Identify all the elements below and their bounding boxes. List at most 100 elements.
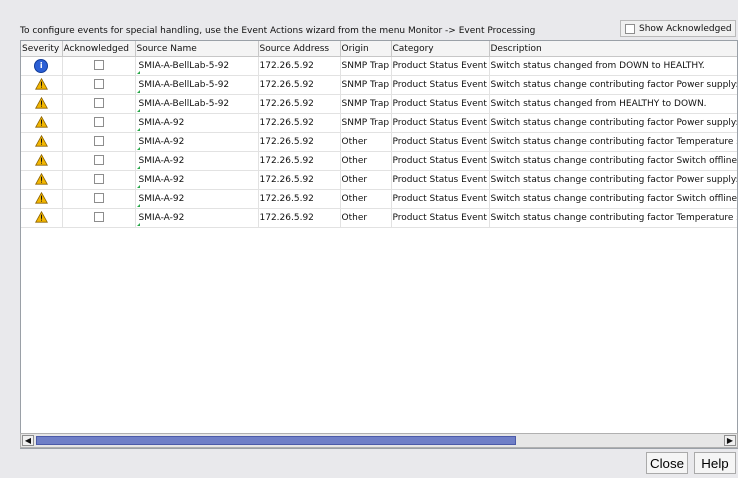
scroll-thumb[interactable] <box>36 436 516 445</box>
description-cell: Switch status change contributing factor… <box>489 75 737 95</box>
event-actions-message: To configure events for special handling… <box>20 26 536 36</box>
category-cell: Product Status Event <box>391 208 490 228</box>
table-row[interactable]: SMIA-A-92 172.26.5.92 Other Product Status … <box>21 132 737 152</box>
severity-cell <box>21 113 63 133</box>
acknowledged-cell <box>62 208 136 228</box>
acknowledged-cell <box>62 132 136 152</box>
source-marker <box>136 166 140 169</box>
column-header-source-name[interactable]: Source Name <box>135 41 259 57</box>
table-row[interactable]: SMIA-A-92 172.26.5.92 SNMP Trap Product Sta… <box>21 113 737 133</box>
warning-icon <box>34 153 48 166</box>
severity-cell <box>21 208 63 228</box>
source-name-cell: SMIA-A-BellLab-5-92 <box>135 75 259 95</box>
description-cell: Switch status change contributing factor… <box>489 189 737 209</box>
description-cell: Switch status change contributing factor… <box>489 113 737 133</box>
origin-cell: SNMP Trap <box>340 113 392 133</box>
source-marker <box>136 128 140 131</box>
table-row[interactable]: SMIA-A-92 172.26.5.92 Other Product Status … <box>21 170 737 190</box>
source-marker <box>136 109 140 112</box>
warning-icon <box>34 96 48 109</box>
info-icon: i <box>34 59 49 73</box>
acknowledged-checkbox[interactable] <box>93 116 104 127</box>
table-row[interactable]: SMIA-A-BellLab-5-92 172.26.5.92 SNMP Trap P… <box>21 75 737 95</box>
help-button[interactable]: Help <box>694 452 736 474</box>
column-header-severity[interactable]: Severity <box>21 41 63 57</box>
right-arrow-icon[interactable]: ▶ <box>724 435 736 446</box>
source-address-cell: 172.26.5.92 <box>258 208 341 228</box>
warning-icon <box>34 134 48 147</box>
category-cell: Product Status Event <box>391 56 490 76</box>
severity-cell <box>21 94 63 114</box>
origin-cell: SNMP Trap <box>340 75 392 95</box>
source-name-cell: SMIA-A-BellLab-5-92 <box>135 56 259 76</box>
source-name-cell: SMIA-A-BellLab-5-92 <box>135 94 259 114</box>
source-marker <box>136 147 140 150</box>
column-header-description[interactable]: Description <box>489 41 737 57</box>
column-header-source-address[interactable]: Source Address <box>258 41 341 57</box>
severity-cell <box>21 75 63 95</box>
severity-cell: i <box>21 56 63 76</box>
acknowledged-checkbox[interactable] <box>93 154 104 165</box>
table-row[interactable]: i SMIA-A-BellLab-5-92 172.26.5.92 SNMP Trap… <box>21 56 737 76</box>
category-cell: Product Status Event <box>391 170 490 190</box>
warning-icon <box>34 191 48 204</box>
description-cell: Switch status changed from HEALTHY to DO… <box>489 94 737 114</box>
table-row[interactable]: SMIA-A-BellLab-5-92 172.26.5.92 SNMP Trap P… <box>21 94 737 114</box>
acknowledged-cell <box>62 75 136 95</box>
show-acknowledged-box[interactable] <box>625 23 635 34</box>
source-name-cell: SMIA-A-92 <box>135 132 259 152</box>
acknowledged-checkbox[interactable] <box>93 97 104 108</box>
source-name-cell: SMIA-A-92 <box>135 151 259 171</box>
left-arrow-icon[interactable]: ◀ <box>22 435 34 446</box>
source-address-cell: 172.26.5.92 <box>258 56 341 76</box>
column-header-origin[interactable]: Origin <box>340 41 392 57</box>
severity-cell <box>21 132 63 152</box>
table-row[interactable]: SMIA-A-92 172.26.5.92 Other Product Status … <box>21 151 737 171</box>
source-address-cell: 172.26.5.92 <box>258 113 341 133</box>
acknowledged-checkbox[interactable] <box>93 173 104 184</box>
acknowledged-cell <box>62 170 136 190</box>
acknowledged-cell <box>62 151 136 171</box>
acknowledged-checkbox[interactable] <box>93 59 104 70</box>
category-cell: Product Status Event <box>391 151 490 171</box>
column-header-category[interactable]: Category <box>391 41 490 57</box>
description-cell: Switch status change contributing factor… <box>489 208 737 228</box>
table-row[interactable]: SMIA-A-92 172.26.5.92 Other Product Status … <box>21 208 737 228</box>
warning-icon <box>34 210 48 223</box>
acknowledged-checkbox[interactable] <box>93 192 104 203</box>
severity-cell <box>21 189 63 209</box>
category-cell: Product Status Event <box>391 75 490 95</box>
origin-cell: Other <box>340 151 392 171</box>
source-name-cell: SMIA-A-92 <box>135 208 259 228</box>
origin-cell: Other <box>340 170 392 190</box>
source-address-cell: 172.26.5.92 <box>258 189 341 209</box>
source-address-cell: 172.26.5.92 <box>258 75 341 95</box>
origin-cell: SNMP Trap <box>340 56 392 76</box>
origin-cell: SNMP Trap <box>340 94 392 114</box>
acknowledged-checkbox[interactable] <box>93 135 104 146</box>
table-row[interactable]: SMIA-A-92 172.26.5.92 Other Product Status … <box>21 189 737 209</box>
show-acknowledged-checkbox[interactable]: Show Acknowledged <box>620 20 736 37</box>
warning-icon <box>34 115 48 128</box>
severity-cell <box>21 151 63 171</box>
origin-cell: Other <box>340 132 392 152</box>
source-address-cell: 172.26.5.92 <box>258 94 341 114</box>
table-header-row: Severity Acknowledged Source Name Source… <box>21 41 737 57</box>
acknowledged-cell <box>62 113 136 133</box>
horizontal-scrollbar[interactable]: ◀ ▶ <box>20 433 738 448</box>
source-address-cell: 172.26.5.92 <box>258 170 341 190</box>
category-cell: Product Status Event <box>391 94 490 114</box>
warning-icon <box>34 172 48 185</box>
close-button[interactable]: Close <box>646 452 688 474</box>
source-marker <box>136 71 140 74</box>
acknowledged-checkbox[interactable] <box>93 211 104 222</box>
column-header-acknowledged[interactable]: Acknowledged <box>62 41 136 57</box>
description-cell: Switch status change contributing factor… <box>489 170 737 190</box>
category-cell: Product Status Event <box>391 189 490 209</box>
warning-icon <box>34 77 48 90</box>
acknowledged-cell <box>62 56 136 76</box>
source-marker <box>136 90 140 93</box>
acknowledged-checkbox[interactable] <box>93 78 104 89</box>
source-marker <box>136 223 140 226</box>
severity-cell <box>21 170 63 190</box>
